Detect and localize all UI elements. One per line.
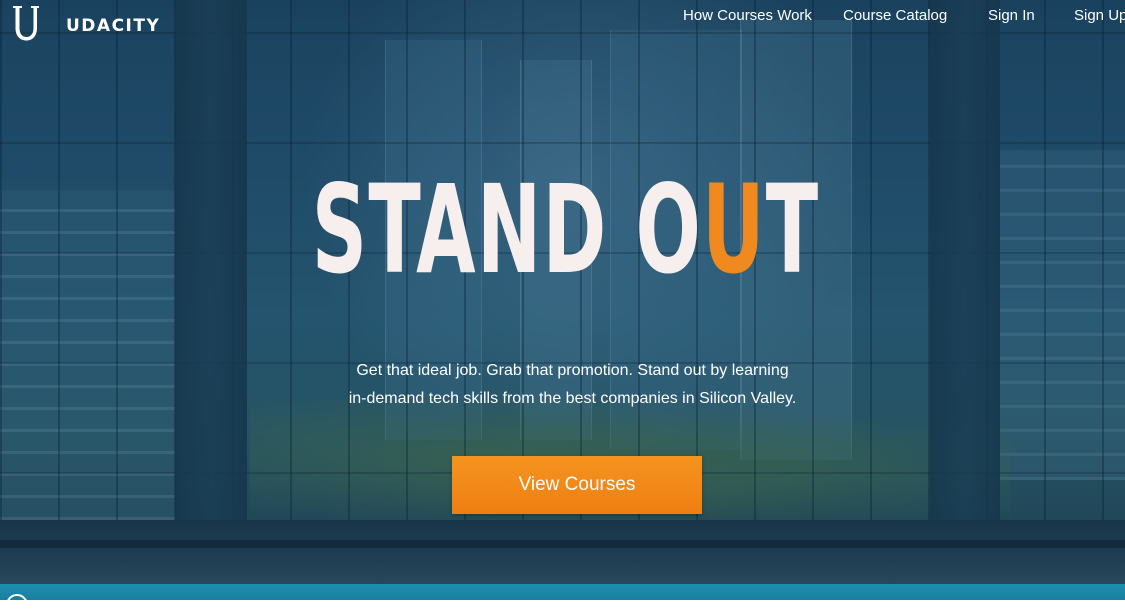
hero-subtext: Get that ideal job. Grab that promotion.… xyxy=(0,357,1125,413)
nav-how-courses-work[interactable]: How Courses Work xyxy=(683,7,812,24)
circle-icon[interactable] xyxy=(6,594,28,616)
headline-text-end: T xyxy=(765,159,820,301)
hero-section: UDACITY How Courses Work Course Catalog … xyxy=(0,0,1125,584)
top-nav: UDACITY How Courses Work Course Catalog … xyxy=(0,0,1125,44)
hero-subtext-line: in-demand tech skills from the best comp… xyxy=(348,390,797,407)
nav-sign-in[interactable]: Sign In xyxy=(988,7,1035,24)
view-courses-button[interactable]: View Courses xyxy=(452,456,702,514)
bottom-bar xyxy=(0,584,1125,616)
headline-accent-letter: U xyxy=(702,159,766,301)
nav-course-catalog[interactable]: Course Catalog xyxy=(843,7,947,24)
nav-links: How Courses Work Course Catalog Sign In … xyxy=(0,7,1125,27)
headline-text: STAND O xyxy=(311,159,703,301)
hero-subtext-line: Get that ideal job. Grab that promotion.… xyxy=(356,362,789,379)
hero-headline: STAND OUT xyxy=(211,160,920,300)
nav-sign-up[interactable]: Sign Up xyxy=(1074,7,1125,24)
